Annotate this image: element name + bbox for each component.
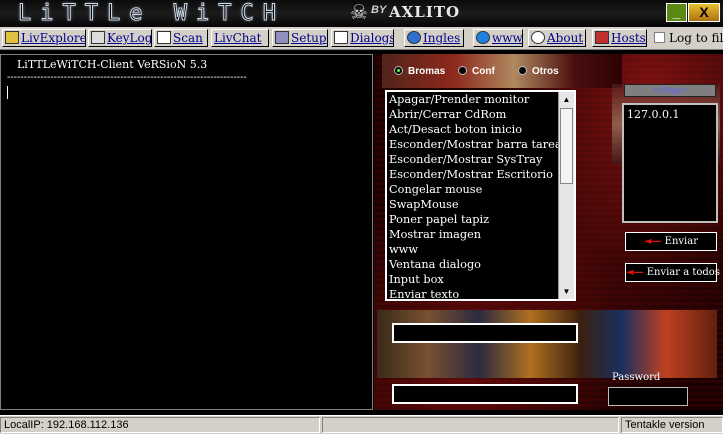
console-title: LiTTLeWiTCH-Client VeRSioN 5.3 xyxy=(17,58,208,71)
title-bar[interactable]: LiTTLe WiTCH ☠ BY AXLITO _ X xyxy=(0,0,723,27)
send-button[interactable]: ◄— Enviar xyxy=(625,232,717,251)
livexplorer-button[interactable]: LivExplorer xyxy=(2,29,86,47)
internet-explorer-icon xyxy=(476,31,490,44)
about-label: About xyxy=(547,31,584,45)
arrow-left-icon: ◄— xyxy=(643,236,662,247)
list-item[interactable]: Esconder/Mostrar barra tareas xyxy=(387,137,574,152)
list-item[interactable]: Abrir/Cerrar CdRom xyxy=(387,107,574,122)
skull-logo-icon: ☠ xyxy=(350,2,368,24)
background-collage-bottom xyxy=(377,310,717,378)
list-item[interactable]: Apagar/Prender monitor xyxy=(387,92,574,107)
status-version: Tentakle version xyxy=(621,417,723,433)
list-item[interactable]: SwapMouse xyxy=(387,197,574,212)
status-bar: LocalIP: 192.168.112.136 Tentakle versio… xyxy=(0,415,723,434)
send-all-button[interactable]: ◄— Enviar a todos xyxy=(625,263,720,282)
by-label: BY xyxy=(371,4,387,16)
control-panel: Bromas Conf Otros Apagar/Prender monitor… xyxy=(374,54,723,410)
scroll-up-icon[interactable]: ▲ xyxy=(559,92,574,107)
setup-button[interactable]: Setup xyxy=(272,29,328,47)
password-label: Password xyxy=(612,372,661,383)
setup-label: Setup xyxy=(291,31,327,45)
scroll-down-icon[interactable]: ▼ xyxy=(559,284,574,299)
about-button[interactable]: About xyxy=(528,29,586,47)
hosts-button[interactable]: Hosts xyxy=(592,29,647,47)
command-list-scrollbar[interactable]: ▲ ▼ xyxy=(558,92,574,299)
hosts-label: Hosts xyxy=(611,31,646,45)
host-input[interactable] xyxy=(392,323,578,343)
hosts-icon xyxy=(595,31,609,44)
scrollbar-thumb[interactable] xyxy=(560,108,573,184)
dialogs-button[interactable]: Dialogs xyxy=(331,29,394,47)
log-to-file-checkbox[interactable] xyxy=(654,32,665,43)
radio-bromas-label: Bromas xyxy=(408,66,446,77)
list-item[interactable]: Enviar texto xyxy=(387,287,574,302)
status-local-ip: LocalIP: 192.168.112.136 xyxy=(0,417,320,433)
toolbar: LivExplorer KeyLog Scan LivChat Setup Di… xyxy=(0,27,723,50)
www-label: www xyxy=(492,31,523,45)
list-item[interactable]: Input box xyxy=(387,272,574,287)
radio-otros[interactable]: Otros xyxy=(518,66,559,77)
ingles-label: Ingles xyxy=(423,31,461,45)
minimize-button[interactable]: _ xyxy=(666,3,687,22)
list-item[interactable]: Esconder/Mostrar SysTray xyxy=(387,152,574,167)
about-icon xyxy=(531,31,545,44)
www-button[interactable]: www xyxy=(473,29,523,47)
arrow-left-icon: ◄— xyxy=(626,267,644,278)
radio-otros-label: Otros xyxy=(532,66,559,77)
scan-label: Scan xyxy=(173,31,203,45)
scan-button[interactable]: Scan xyxy=(154,29,208,47)
close-button[interactable]: X xyxy=(688,3,720,22)
console-output[interactable]: LiTTLeWiTCH-Client VeRSioN 5.3 ---------… xyxy=(0,54,373,410)
brand-logo: AXLITO xyxy=(389,3,461,21)
ingles-button[interactable]: Ingles xyxy=(404,29,464,47)
app-title: LiTTLe WiTCH xyxy=(18,1,285,27)
password-input[interactable] xyxy=(608,387,688,406)
ping-button[interactable]: <<Ping>> xyxy=(624,84,716,97)
keylog-button[interactable]: KeyLog xyxy=(88,29,152,47)
radio-bromas[interactable]: Bromas xyxy=(394,66,445,77)
console-separator: ----------------------------------------… xyxy=(7,72,247,83)
radio-selected-icon xyxy=(394,66,403,75)
list-item[interactable]: Esconder/Mostrar Escritorio xyxy=(387,167,574,182)
radio-icon xyxy=(518,66,527,75)
radio-conf[interactable]: Conf xyxy=(458,66,495,77)
scan-icon xyxy=(157,31,171,44)
keyboard-icon xyxy=(91,31,105,44)
send-all-label: Enviar a todos xyxy=(646,267,720,278)
dialogs-icon xyxy=(334,31,348,44)
setup-icon xyxy=(275,31,289,44)
globe-icon xyxy=(407,31,421,44)
list-item[interactable]: Act/Desact boton inicio xyxy=(387,122,574,137)
command-list[interactable]: Apagar/Prender monitor Abrir/Cerrar CdRo… xyxy=(385,90,576,301)
list-item[interactable]: Poner papel tapiz xyxy=(387,212,574,227)
radio-conf-label: Conf xyxy=(472,66,495,77)
livexplorer-label: LivExplorer xyxy=(21,31,86,45)
dialogs-label: Dialogs xyxy=(350,31,394,45)
send-label: Enviar xyxy=(664,236,699,247)
port-input[interactable] xyxy=(392,384,578,404)
list-item[interactable]: Ventana dialogo xyxy=(387,257,574,272)
text-caret xyxy=(7,86,8,99)
folder-explorer-icon xyxy=(5,31,19,44)
list-item[interactable]: Congelar mouse xyxy=(387,182,574,197)
list-item[interactable]: Mostrar imagen xyxy=(387,227,574,242)
list-item[interactable]: www xyxy=(387,242,574,257)
keylog-label: KeyLog xyxy=(107,31,152,45)
livchat-label: LivChat xyxy=(214,31,262,45)
list-item[interactable]: 127.0.0.1 xyxy=(624,105,716,121)
log-to-file-label: Log to file xyxy=(669,31,723,45)
status-middle xyxy=(322,417,619,433)
livchat-button[interactable]: LivChat xyxy=(211,29,269,47)
radio-icon xyxy=(458,66,467,75)
host-list[interactable]: 127.0.0.1 xyxy=(622,103,718,223)
